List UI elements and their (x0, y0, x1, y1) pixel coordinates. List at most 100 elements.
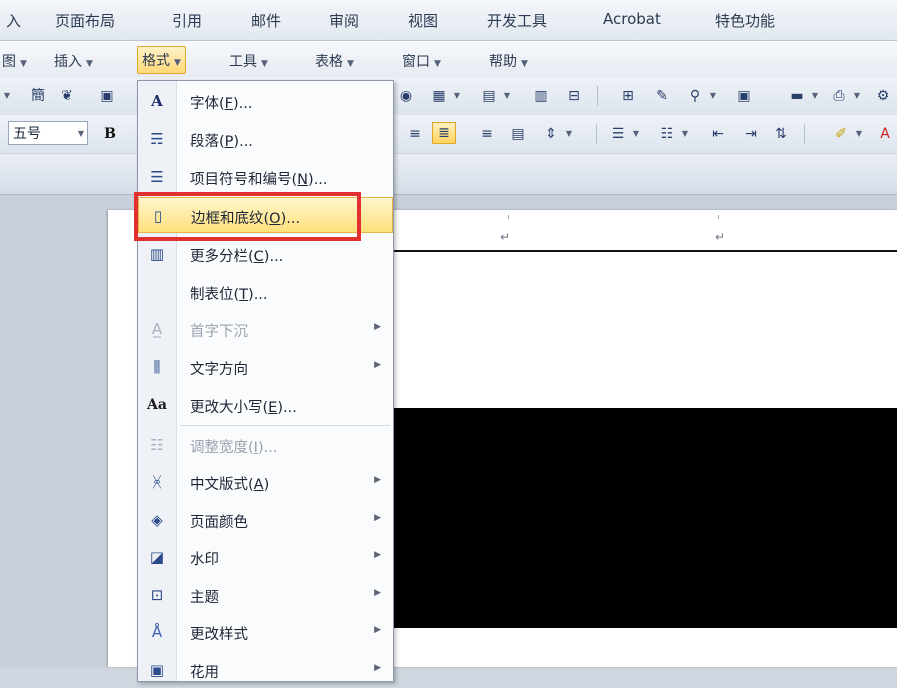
tools-icon[interactable]: ⚙ (872, 85, 894, 107)
sort-icon[interactable]: ⇅ (770, 123, 792, 145)
drawing-icon[interactable]: ⊞ (617, 85, 639, 107)
paragraph-icon: ☴ (150, 130, 164, 148)
ribbon-tab-review[interactable]: 审阅 (329, 10, 359, 31)
menu-label: 帮助 (489, 54, 517, 70)
chevron-down-icon: ▼ (521, 59, 528, 69)
bold-button[interactable]: B (99, 123, 121, 145)
menu-insert[interactable]: 插入 ▼ (54, 51, 93, 71)
menu-item-page-color[interactable]: ◈ 页面颜色 ▶ (138, 502, 393, 538)
menu-item-columns[interactable]: ▥ 更多分栏(C)... (138, 236, 393, 272)
ribbon-tab-acrobat[interactable]: Acrobat (603, 10, 661, 28)
menu-item-tabs[interactable]: 制表位(T)... (138, 274, 393, 310)
menu-item-font[interactable]: A 字体(F)... (138, 83, 393, 119)
menu-item-change-case[interactable]: Aa 更改大小写(E)... (138, 387, 393, 423)
toolbar-standard: ▼ 簡 ❦ ▣ ◉ ▦ ▼ ▤ ▼ ▥ ⊟ ⊞ ✎ ⚲ ▼ ▣ ▬ ▼ ⎙ ▼ … (0, 77, 897, 115)
columns-icon[interactable]: ▥ (530, 85, 552, 107)
menu-item-change-styles[interactable]: Å 更改样式 ▶ (138, 614, 393, 650)
dropdown-arrow-icon[interactable]: ▼ (850, 85, 864, 107)
ribbon-tab-page-layout[interactable]: 页面布局 (55, 10, 115, 31)
menu-tools[interactable]: 工具 ▼ (229, 51, 268, 71)
bullets-icon[interactable]: ☷ (656, 123, 678, 145)
classic-menu-bar: 图 ▼ 插入 ▼ 格式 ▼ 工具 ▼ 表格 ▼ 窗口 ▼ 帮助 ▼ (0, 41, 897, 77)
label-text: 调整宽度( (190, 440, 254, 456)
align-center-icon[interactable]: ≣ (432, 122, 456, 144)
hyperlink-icon[interactable]: ◉ (395, 85, 417, 107)
text-box-icon[interactable]: ⊟ (563, 85, 585, 107)
increase-indent-icon[interactable]: ⇥ (740, 123, 762, 145)
dropdown-arrow-icon[interactable]: ▼ (450, 85, 464, 107)
menu-window[interactable]: 窗口 ▼ (402, 51, 441, 71)
ribbon-tab-insert[interactable]: 入 (6, 10, 21, 31)
numbering-icon[interactable]: ☰ (607, 123, 629, 145)
menu-help[interactable]: 帮助 ▼ (489, 51, 528, 71)
ribbon-tab-mailings[interactable]: 邮件 (251, 10, 281, 31)
paragraph-mark: ↵ (715, 230, 726, 244)
menu-table[interactable]: 表格 ▼ (315, 51, 354, 71)
menu-item-asian-layout[interactable]: ᚸ 中文版式(A) ▶ (138, 464, 393, 500)
menu-item-text-direction[interactable]: ⫼ 文字方向 ▶ (138, 349, 393, 385)
menu-item-fit-width: ☷ 调整宽度(I)... (138, 427, 393, 463)
dropdown-arrow-icon[interactable]: ▼ (808, 85, 822, 107)
chevron-down-icon: ▼ (261, 59, 268, 69)
line-spacing-icon[interactable]: ⇕ (540, 123, 562, 145)
menu-item-label: 首字下沉 (190, 324, 248, 340)
access-key: F (224, 96, 234, 112)
label-text: 字体( (190, 96, 225, 112)
research-icon[interactable]: ▣ (96, 85, 118, 107)
label-suffix: )... (263, 249, 284, 265)
menu-item-label: 主题 (190, 590, 219, 606)
dropdown-arrow-icon[interactable]: ▼ (562, 123, 576, 145)
decrease-indent-icon[interactable]: ⇤ (707, 123, 729, 145)
dropdown-arrow-icon[interactable]: ▼ (852, 123, 866, 145)
menu-item-theme[interactable]: ⊡ 主题 ▶ (138, 577, 393, 613)
insert-table-icon[interactable]: ▦ (428, 85, 450, 107)
highlight-icon[interactable]: ✐ (830, 123, 852, 145)
label-suffix: )... (257, 440, 278, 456)
dropdown-arrow-icon[interactable]: ▼ (678, 123, 692, 145)
dropdown-arrow-icon[interactable]: ▼ (500, 85, 514, 107)
font-size-value: 五号 (13, 126, 41, 142)
align-right-icon[interactable]: ≡ (476, 123, 498, 145)
spelling-icon[interactable]: ❦ (56, 85, 78, 107)
menu-item-label: 页面颜色 (190, 515, 248, 531)
convert-script-icon[interactable]: 簡 (27, 85, 49, 107)
horizontal-border-line (393, 250, 897, 252)
folder-icon[interactable]: ▬ (786, 85, 808, 107)
justify-icon[interactable]: ▤ (507, 123, 529, 145)
dropdown-arrow-icon[interactable]: ▼ (706, 85, 720, 107)
label-text: 段落( (190, 134, 225, 150)
ribbon-tab-bar: 入 页面布局 引用 邮件 审阅 视图 开发工具 Acrobat 特色功能 (0, 0, 897, 41)
menu-item-label: 调整宽度(I)... (190, 436, 277, 457)
dropdown-arrow-icon[interactable]: ▼ (0, 85, 14, 107)
menu-format[interactable]: 格式 ▼ (137, 46, 186, 74)
insert-excel-icon[interactable]: ▤ (478, 85, 500, 107)
ruler-tick (718, 215, 719, 219)
print-icon[interactable]: ⎙ (828, 85, 850, 107)
menu-item-label: 制表位(T)... (190, 283, 268, 304)
menu-item-label: 文字方向 (190, 362, 248, 378)
toolbar-separator (804, 124, 805, 144)
ribbon-tab-references[interactable]: 引用 (172, 10, 202, 31)
label-text: 制表位( (190, 287, 240, 303)
ribbon-tab-developer[interactable]: 开发工具 (487, 10, 547, 31)
menu-item-apply[interactable]: ▣ 花用 ▶ (138, 652, 393, 688)
ruler-tick (508, 215, 509, 219)
menu-label: 格式 (142, 53, 170, 69)
font-color-icon[interactable]: A (874, 123, 896, 145)
paragraph-mark: ↵ (500, 230, 511, 244)
submenu-arrow-icon: ▶ (374, 475, 381, 485)
menu-item-watermark[interactable]: ◪ 水印 ▶ (138, 539, 393, 575)
format-painter-icon[interactable]: ✎ (651, 85, 673, 107)
submenu-arrow-icon: ▶ (374, 550, 381, 560)
font-size-combo[interactable]: 五号 ▼ (8, 121, 88, 145)
align-left-icon[interactable]: ≡ (404, 123, 426, 145)
ribbon-tab-view[interactable]: 视图 (408, 10, 438, 31)
menu-view[interactable]: 图 ▼ (2, 51, 27, 71)
submenu-arrow-icon: ▶ (374, 322, 381, 332)
zoom-icon[interactable]: ⚲ (684, 85, 706, 107)
menu-item-bullets-numbering[interactable]: ☰ 项目符号和编号(N)... (138, 159, 393, 195)
menu-item-paragraph[interactable]: ☴ 段落(P)... (138, 121, 393, 157)
dropdown-arrow-icon[interactable]: ▼ (629, 123, 643, 145)
ribbon-tab-features[interactable]: 特色功能 (715, 10, 775, 31)
full-screen-icon[interactable]: ▣ (733, 85, 755, 107)
